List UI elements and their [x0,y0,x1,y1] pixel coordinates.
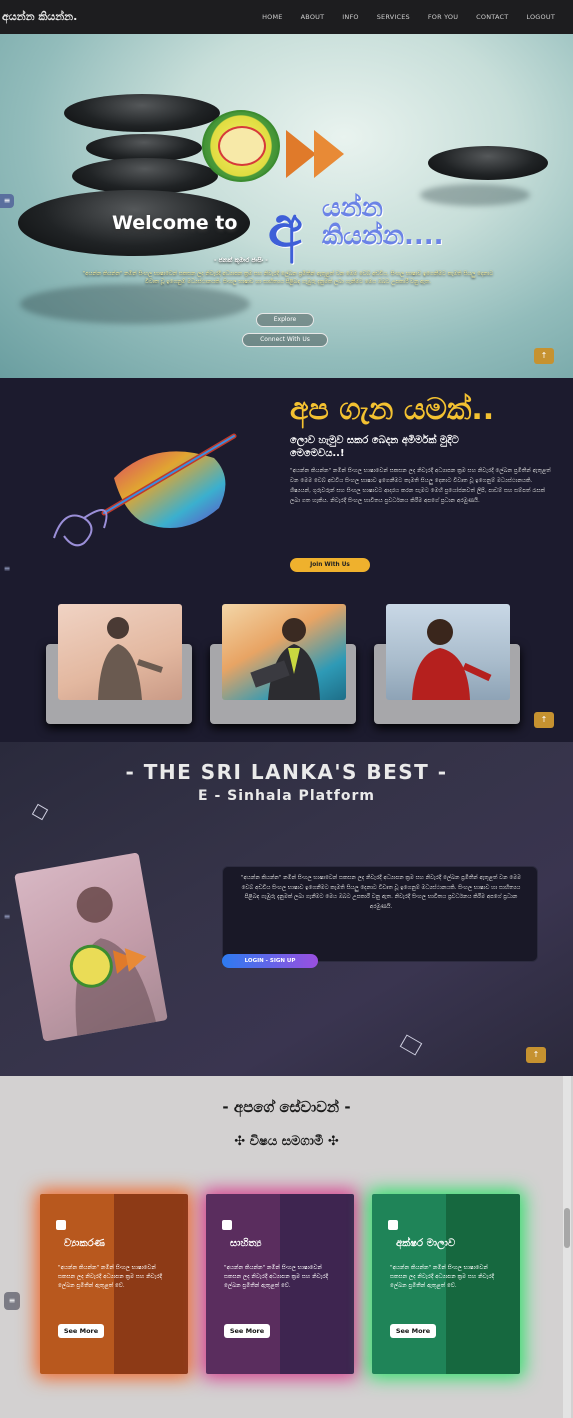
arrow-up-icon[interactable]: ↑ [526,1047,546,1063]
join-button[interactable]: Join With Us [290,558,370,572]
nav-item-for-you[interactable]: FOR YOU [428,13,458,21]
team-card[interactable] [374,604,524,724]
person-silhouette [412,619,492,700]
document-icon [222,1220,232,1230]
nav-item-about[interactable]: ABOUT [301,13,325,21]
site-logo [202,110,280,182]
service-card-grammar[interactable]: ව්‍යාකරණ "අයන්න කියන්න" නමින් සිංහල භාෂා… [40,1194,188,1374]
about-subtitle: ලොව හැමුව සකර බෙදන අමිර්මක් මුදිට මෙමෙවය… [290,435,459,459]
hero-welcome-text: Welcome to [112,212,238,234]
login-signup-button[interactable]: LOGIN - SIGN UP [222,954,318,968]
team-photo [222,604,346,700]
stone-image [64,94,220,132]
nav-item-logout[interactable]: LOGOUT [526,13,555,21]
service-description: "අයන්න කියන්න" නමින් සිංහල භාෂාවෙන් සකසන… [224,1265,329,1289]
platform-section: - THE SRI LANKA'S BEST - E - Sinhala Pla… [0,742,573,1076]
service-name: සාහිත්‍ය [230,1238,262,1249]
team-card[interactable] [210,604,360,724]
see-more-button[interactable]: See More [224,1324,270,1338]
hamburger-icon[interactable]: ≡ [4,1292,20,1310]
hamburger-icon[interactable]: ≡ [0,910,14,924]
navbar: අයන්න කියන්න. HOME ABOUT INFO SERVICES F… [0,0,573,34]
hero-description: "අයන්න කියන්න" නමින් සිංහල භාෂාවෙන් සකසන… [82,271,494,285]
nav-menu: HOME ABOUT INFO SERVICES FOR YOU CONTACT… [244,0,555,34]
hero-brand-name: යන්න කියන්න.... [322,194,444,250]
services-subtitle: ✣ විෂය සමගාමී ✣ [234,1134,339,1149]
profile-card-image [14,852,168,1042]
arrow-up-icon[interactable]: ↑ [534,348,554,364]
decorative-diamond [399,1034,423,1056]
hamburger-icon[interactable]: ≡ [0,194,14,208]
services-section: - අපගේ සේවාවන් - ✣ විෂය සමගාමී ✣ ≡ ව්‍යා… [0,1076,573,1418]
chevron-right-icon [314,130,344,178]
team-card[interactable] [46,604,196,724]
chevron-right-icon [286,130,316,178]
nav-item-contact[interactable]: CONTACT [476,13,508,21]
nav-item-info[interactable]: INFO [342,13,358,21]
service-name: ව්‍යාකරණ [64,1238,105,1249]
hero-brand-line-2: කියන්න.... [322,221,444,251]
team-photo [58,604,182,700]
about-description: "අයන්න කියන්න" නමින් සිංහල භාෂාවෙන් සකසන… [290,468,551,504]
scrollbar-thumb[interactable] [564,1208,570,1248]
service-card-literature[interactable]: සාහිත්‍ය "අයන්න කියන්න" නමින් සිංහල භාෂා… [206,1194,354,1374]
person-silhouette [250,618,320,700]
person-silhouette [98,617,163,700]
stone-reflection [20,284,250,324]
hero-section: Welcome to අ යන්න කියන්න.... - ජනක් කුමා… [0,34,573,378]
nav-item-home[interactable]: HOME [262,13,283,21]
hero-subtitle: - ජනක් කුමාර ජාසිං - [214,257,268,264]
see-more-button[interactable]: See More [390,1324,436,1338]
about-title: අප ගැන යමක්.. [290,392,495,427]
service-card-alphabet[interactable]: අක්ෂර මාලාව "අයන්න කියන්න" නමින් සිංහල භ… [372,1194,520,1374]
service-name: අක්ෂර මාලාව [396,1238,456,1249]
see-more-button[interactable]: See More [58,1324,104,1338]
arrow-up-icon[interactable]: ↑ [534,712,554,728]
explore-button[interactable]: Explore [256,313,314,327]
platform-title: - THE SRI LANKA'S BEST - [125,760,448,784]
service-description: "අයන්න කියන්න" නමින් සිංහල භාෂාවෙන් සකසන… [390,1265,495,1289]
document-icon [388,1220,398,1230]
stone-image [428,146,548,180]
hero-brand-letter: අ [268,194,303,260]
connect-button[interactable]: Connect With Us [242,333,328,347]
person-silhouette [69,886,156,1036]
stone-image [72,158,218,194]
hero-brand-line-1: යන්න [322,193,383,223]
document-icon [56,1220,66,1230]
platform-subtitle: E - Sinhala Platform [198,788,375,804]
team-photo [386,604,510,700]
pen-hand-illustration [53,433,237,547]
services-title: - අපගේ සේවාවන් - [222,1098,351,1116]
brand-logo-text[interactable]: අයන්න කියන්න. [2,10,77,24]
logo-emblem [218,126,266,166]
platform-description: "අයන්න කියන්න" නමින් සිංහල භාෂාවෙන් සකසන… [240,875,521,910]
hamburger-icon[interactable]: ≡ [0,562,14,576]
about-section: අප ගැන යමක්.. ලොව හැමුව සකර බෙදන අමිර්මක… [0,378,573,742]
nav-item-services[interactable]: SERVICES [377,13,410,21]
service-description: "අයන්න කියන්න" නමින් සිංහල භාෂාවෙන් සකසන… [58,1265,163,1289]
decorative-diamond [31,803,49,821]
